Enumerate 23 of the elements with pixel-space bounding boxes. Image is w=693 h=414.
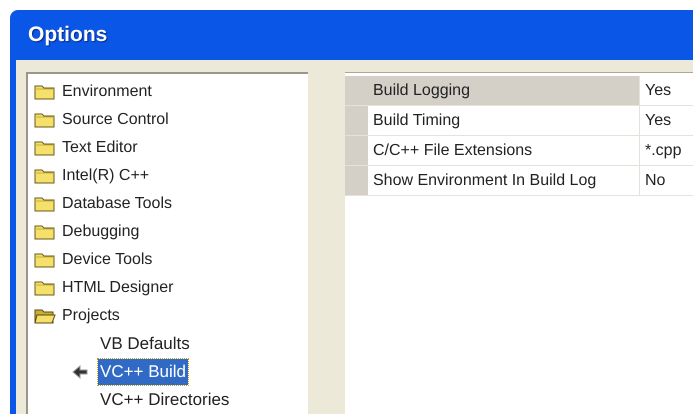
tree-item[interactable]: Source Control <box>62 108 169 132</box>
tree-item[interactable]: Projects <box>62 304 120 328</box>
tree-item[interactable]: Environment <box>62 80 152 104</box>
tree-item[interactable]: Intel(R) C++ <box>62 164 150 188</box>
tree-item[interactable]: VB Defaults <box>98 331 192 357</box>
tree-item[interactable]: Database Tools <box>62 192 172 216</box>
property-value-cell[interactable]: *.cpp <box>640 136 693 165</box>
row-header-cell <box>345 136 368 165</box>
tree-item[interactable]: VC++ Build <box>98 359 188 385</box>
tree-item[interactable]: VC++ Directories <box>98 387 232 413</box>
tree-item[interactable]: Device Tools <box>62 248 152 272</box>
row-header-cell <box>345 166 368 195</box>
property-value-cell[interactable]: Yes <box>640 76 693 105</box>
tree-item[interactable]: Debugging <box>62 220 140 244</box>
pointer-arrow-icon <box>72 365 88 379</box>
property-value-cell[interactable]: Yes <box>640 106 693 135</box>
window-title: Options <box>28 22 108 48</box>
tree-item[interactable]: Text Editor <box>62 136 138 160</box>
property-value-cell[interactable]: No <box>640 166 693 195</box>
property-name-cell[interactable]: Build Logging <box>368 76 640 105</box>
row-header-cell <box>345 106 368 135</box>
tree-item[interactable]: HTML Designer <box>62 276 174 300</box>
row-header-cell <box>345 76 368 105</box>
